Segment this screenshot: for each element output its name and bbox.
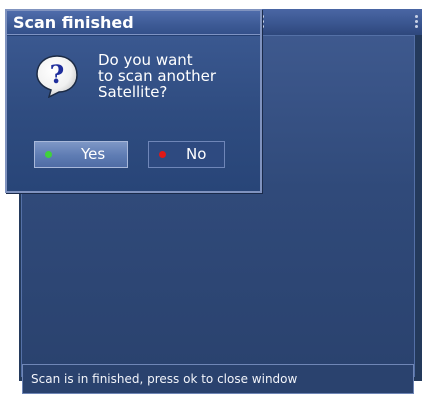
scan-finished-dialog: Scan finished ? Do you want to scan anot… (5, 9, 262, 193)
red-dot-icon (159, 151, 166, 158)
green-dot-icon (45, 151, 52, 158)
yes-button[interactable]: Yes (34, 141, 128, 168)
yes-button-label: Yes (81, 145, 106, 163)
message-line: Do you want (98, 51, 193, 69)
no-button-label: No (186, 145, 207, 163)
message-line: to scan another (98, 67, 217, 85)
grip-dots-icon (415, 15, 419, 29)
svg-text:?: ? (50, 60, 65, 89)
status-bar: Scan is in finished, press ok to close w… (22, 364, 414, 394)
dialog-message: Do you want to scan another Satellite? (98, 52, 258, 100)
no-button[interactable]: No (148, 141, 225, 168)
message-line: Satellite? (98, 83, 168, 101)
dialog-title-bar: Scan finished (7, 11, 260, 35)
dialog-title: Scan finished (13, 13, 134, 32)
dialog-content: ? Do you want to scan another Satellite?… (7, 36, 260, 191)
question-icon: ? (36, 55, 78, 98)
